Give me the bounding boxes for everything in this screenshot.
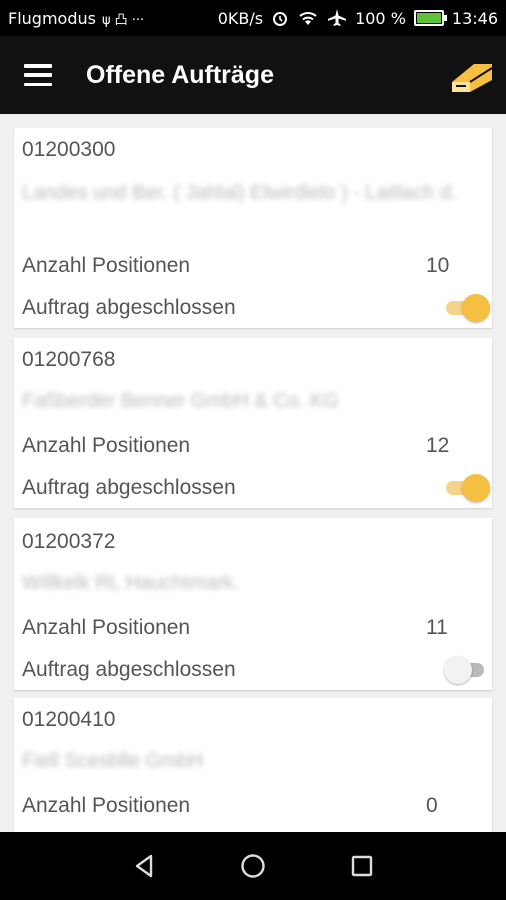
alarm-icon [273, 12, 288, 26]
positions-label: Anzahl Positionen [22, 254, 191, 277]
positions-label: Anzahl Positionen [22, 434, 191, 457]
customer-name: Fiell Scesblle GmbH [22, 750, 204, 772]
recents-square-icon[interactable] [344, 848, 380, 884]
order-card[interactable]: 01200372 Willkelk RL Hauchtmark. Anzahl … [14, 518, 492, 690]
order-card[interactable]: 01200768 Faßberder Benner GmbH & Co. KG … [14, 338, 492, 508]
order-id: 01200768 [22, 348, 116, 371]
back-triangle-icon[interactable] [126, 848, 162, 884]
airplane-icon [328, 9, 347, 26]
customer-name: Landes und Ber. ( Jahlal) Elwirdlelo ) -… [22, 182, 457, 204]
navigation-bar [0, 832, 506, 900]
wifi-icon [299, 12, 317, 25]
battery-percent: 100 % [355, 8, 406, 28]
clock: 13:46 [451, 8, 498, 28]
order-list: 01200300 Landes und Ber. ( Jahlal) Elwir… [0, 114, 506, 832]
positions-count: 11 [426, 616, 448, 639]
page-title: Offene Aufträge [86, 60, 274, 89]
completed-label: Auftrag abgeschlossen [22, 658, 236, 681]
completed-toggle[interactable] [444, 654, 490, 684]
carrier-label: Flugmodus [8, 8, 96, 28]
positions-count: 0 [426, 794, 438, 817]
order-card[interactable]: 01200410 Fiell Scesblle GmbH Anzahl Posi… [14, 698, 492, 832]
positions-count: 10 [426, 254, 450, 277]
order-id: 01200300 [22, 138, 116, 161]
completed-toggle[interactable] [444, 472, 490, 502]
order-card[interactable]: 01200300 Landes und Ber. ( Jahlal) Elwir… [14, 128, 492, 328]
app-bar: Offene Aufträge [0, 36, 506, 114]
positions-count: 12 [426, 434, 450, 457]
positions-label: Anzahl Positionen [22, 616, 191, 639]
hamburger-menu-icon[interactable] [24, 64, 52, 86]
home-circle-icon[interactable] [235, 848, 271, 884]
customer-name: Faßberder Benner GmbH & Co. KG [22, 390, 339, 412]
notification-icons: ψ 凸 ··· [101, 12, 145, 28]
positions-label: Anzahl Positionen [22, 794, 191, 817]
eraser-icon[interactable] [448, 52, 496, 96]
completed-toggle[interactable] [444, 292, 490, 322]
customer-name: Willkelk RL Hauchtmark. [22, 572, 240, 594]
order-id: 01200410 [22, 708, 116, 731]
completed-label: Auftrag abgeschlossen [22, 476, 236, 499]
network-speed: 0KB/s [217, 8, 264, 28]
completed-label: Auftrag abgeschlossen [22, 296, 236, 319]
status-bar: Flugmodus ψ 凸 ··· 0KB/s 100 % 13:46 [0, 0, 506, 36]
battery-icon [413, 10, 447, 26]
order-id: 01200372 [22, 530, 116, 553]
